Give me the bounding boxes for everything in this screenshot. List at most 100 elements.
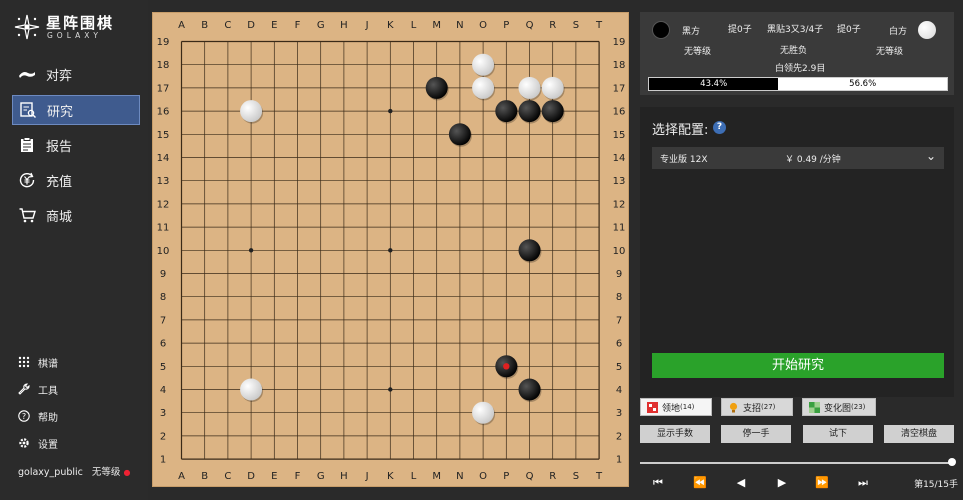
territory-icon <box>647 401 658 413</box>
fast-forward-icon[interactable]: ⏩ <box>812 476 832 490</box>
column-label-top: D <box>247 20 255 31</box>
recharge-icon <box>18 171 36 189</box>
white-rank: 无等级 <box>876 47 904 57</box>
black-stone[interactable] <box>448 123 471 146</box>
pass-button[interactable]: 停一手 <box>721 425 791 443</box>
nav-item-recharge[interactable]: 充值 <box>12 165 140 195</box>
clear-board-button[interactable]: 清空棋盘 <box>884 425 954 443</box>
column-label-top: K <box>387 20 394 31</box>
white-stone[interactable] <box>472 53 495 76</box>
column-label-top: G <box>317 20 325 31</box>
white-stone[interactable] <box>240 100 263 123</box>
slider-knob[interactable] <box>948 458 956 466</box>
nav-item-report[interactable]: 报告 <box>12 130 140 160</box>
last-icon[interactable]: ⏭ <box>853 476 873 490</box>
variation-count: (23) <box>851 403 866 411</box>
row-label-left: 2 <box>160 431 166 442</box>
column-label-top: T <box>595 20 603 31</box>
wrench-icon <box>18 383 30 395</box>
move-slider[interactable] <box>640 458 956 466</box>
row-label-right: 8 <box>616 292 622 303</box>
nav-item-shop[interactable]: 商城 <box>12 200 140 230</box>
column-label-bottom: J <box>365 471 369 482</box>
logo-text: 星阵围棋 <box>46 14 115 32</box>
column-label-top: B <box>201 20 208 31</box>
sub-item-settings[interactable]: 设置 <box>18 434 58 452</box>
nav-label: 对弈 <box>46 68 73 84</box>
row-label-right: 12 <box>613 199 626 210</box>
column-label-top: A <box>178 20 185 31</box>
column-label-top: R <box>549 20 556 31</box>
fast-back-icon[interactable]: ⏪ <box>690 476 710 490</box>
white-stone[interactable] <box>541 76 564 99</box>
black-stone[interactable] <box>518 239 541 262</box>
gear-icon <box>18 437 30 449</box>
sub-item-tools[interactable]: 工具 <box>18 380 58 398</box>
black-stone[interactable] <box>425 76 448 99</box>
column-label-top: J <box>365 20 369 31</box>
komi-info: 黑贴3又3/4子 <box>767 25 824 35</box>
hint-count: (27) <box>761 403 776 411</box>
nav-label: 充值 <box>46 174 73 190</box>
black-captures: 提0子 <box>728 25 752 35</box>
hint-button[interactable]: 支招 (27) <box>721 398 793 416</box>
logo: 星阵围棋 GOLAXY <box>14 12 134 42</box>
row-label-right: 10 <box>613 246 626 257</box>
column-label-bottom: B <box>201 471 208 482</box>
row-label-right: 2 <box>616 431 622 442</box>
show-move-numbers-button[interactable]: 显示手数 <box>640 425 710 443</box>
logo-subtext: GOLAXY <box>47 31 102 40</box>
user-info[interactable]: golaxy_public 无等级 ● <box>18 464 130 478</box>
nav-item-research[interactable]: 研究 <box>12 95 140 125</box>
nav-item-play[interactable]: 对弈 <box>12 59 140 89</box>
black-stone-icon <box>652 21 670 39</box>
white-stone[interactable] <box>472 401 495 424</box>
cart-icon <box>18 206 36 224</box>
column-label-bottom: E <box>271 471 277 482</box>
help-icon[interactable]: ? <box>713 121 726 134</box>
row-label-left: 7 <box>160 315 166 326</box>
black-stone[interactable] <box>518 100 541 123</box>
chevron-down-icon: ⌄ <box>925 149 936 163</box>
forward-icon[interactable]: ▶ <box>772 476 792 490</box>
sub-item-label: 帮助 <box>38 412 58 424</box>
white-stone[interactable] <box>472 76 495 99</box>
player-info: 黑方 无等级 提0子 黑贴3又3/4子 无胜负 白领先2.9目 提0子 白方 无… <box>640 12 954 95</box>
row-label-right: 15 <box>613 130 626 141</box>
row-label-left: 14 <box>157 153 170 164</box>
sub-item-records[interactable]: 棋谱 <box>18 353 58 371</box>
white-stone[interactable] <box>240 378 263 401</box>
star-point <box>248 248 254 253</box>
start-research-button[interactable]: 开始研究 <box>652 353 944 378</box>
black-stone[interactable] <box>541 100 564 123</box>
variation-button[interactable]: 变化图 (23) <box>802 398 876 416</box>
back-icon[interactable]: ◀ <box>731 476 751 490</box>
selected-model: 专业版 12X <box>660 155 708 165</box>
black-stone[interactable] <box>518 378 541 401</box>
row-label-right: 3 <box>616 408 622 419</box>
model-select[interactable]: 专业版 12X ￥ 0.49 /分钟 ⌄ <box>652 147 944 169</box>
row-label-left: 19 <box>157 37 170 48</box>
row-label-left: 15 <box>157 130 170 141</box>
white-stone[interactable] <box>518 76 541 99</box>
user-rank: 无等级 <box>91 467 121 478</box>
go-board[interactable]: A A B B C C D D E E F F G G H H J J K K L L M M N N O O P P Q Q R R S S T T 19… <box>152 12 629 487</box>
column-label-bottom: P <box>503 471 509 482</box>
row-label-right: 16 <box>613 107 626 118</box>
row-label-left: 4 <box>160 385 166 396</box>
star-point <box>388 248 393 253</box>
row-label-left: 11 <box>157 223 170 234</box>
row-label-right: 7 <box>616 315 622 326</box>
nav-label: 报告 <box>46 139 73 155</box>
slider-track[interactable] <box>640 462 954 464</box>
row-label-right: 13 <box>613 176 626 187</box>
go-board-svg[interactable]: AABBCCDDEEFFGGHHJJKKLLMMNNOOPPQQRRSSTT19… <box>153 13 630 488</box>
row-label-right: 14 <box>613 153 626 164</box>
sub-item-help[interactable]: ? 帮助 <box>18 407 58 425</box>
territory-button[interactable]: 领地 (14) <box>640 398 712 416</box>
territory-label: 领地 <box>662 403 681 414</box>
column-label-top: C <box>224 20 231 31</box>
first-icon[interactable]: ⏮ <box>648 476 668 490</box>
black-stone[interactable] <box>495 100 518 123</box>
try-move-button[interactable]: 试下 <box>803 425 873 443</box>
